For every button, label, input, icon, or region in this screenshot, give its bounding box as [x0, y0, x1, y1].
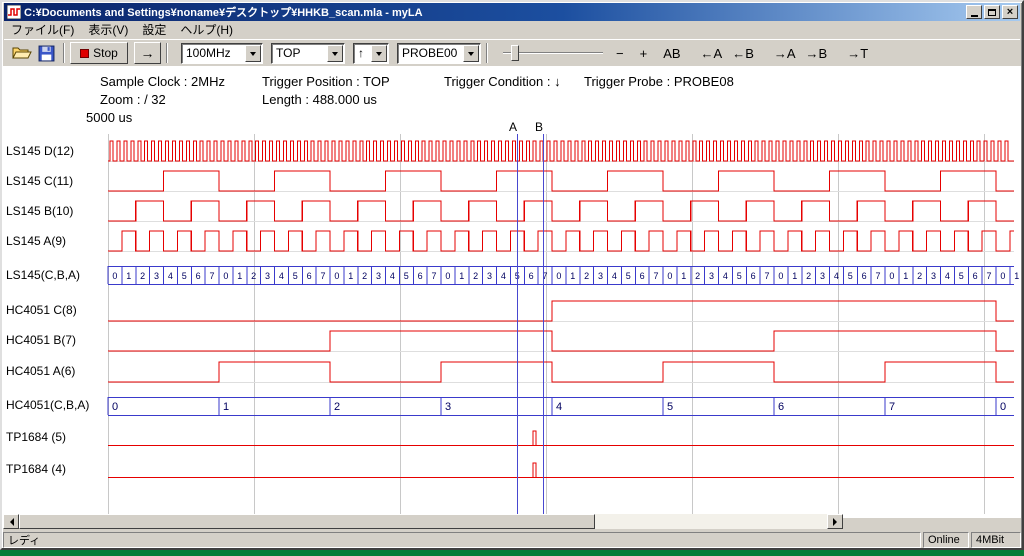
trigger-position-value: TOP [276, 46, 326, 60]
chevron-down-icon[interactable] [245, 45, 261, 62]
status-memory: 4MBit [971, 532, 1021, 548]
toolbar: Stop → 100MHz TOP ↑ PROBE00 [4, 39, 1020, 66]
trigger-edge-select[interactable]: ↑ [353, 43, 389, 64]
arrow-left-icon [6, 518, 14, 526]
run-button[interactable]: → [134, 42, 161, 64]
cursor-ab-button[interactable]: AB [660, 46, 683, 61]
chevron-down-icon[interactable] [463, 45, 479, 62]
zoom-slider-handle[interactable] [511, 45, 519, 61]
menu-view[interactable]: 表示(V) [81, 22, 135, 39]
floppy-icon [38, 45, 55, 62]
info-trigger-position: Trigger Position : TOP [262, 74, 390, 89]
zoom-in-button[interactable]: + [637, 46, 651, 61]
trigger-position-select[interactable]: TOP [271, 43, 345, 64]
scrollbar-thumb[interactable] [19, 514, 595, 529]
minimize-button[interactable] [966, 5, 982, 19]
info-sample-clock: Sample Clock : 2MHz [100, 74, 225, 89]
next-a-button[interactable]: →A [771, 46, 799, 61]
menu-settings[interactable]: 設定 [135, 22, 173, 39]
sample-clock-value: 100MHz [186, 46, 244, 60]
info-trigger-probe: Trigger Probe : PROBE08 [584, 74, 734, 89]
menu-help[interactable]: ヘルプ(H) [173, 22, 240, 39]
scroll-right-button[interactable] [827, 514, 843, 529]
prev-a-button[interactable]: ←A [698, 46, 726, 61]
prev-b-button[interactable]: ←B [729, 46, 757, 61]
chevron-down-icon[interactable] [371, 45, 387, 62]
trigger-probe-value: PROBE00 [402, 46, 462, 60]
stop-icon [80, 49, 89, 58]
chevron-down-icon[interactable] [327, 45, 343, 62]
toolbar-separator [166, 43, 168, 63]
horizontal-scrollbar[interactable] [3, 514, 843, 529]
scrollbar-track[interactable] [19, 514, 827, 529]
trigger-probe-select[interactable]: PROBE00 [397, 43, 481, 64]
app-window: C:¥Documents and Settings¥noname¥デスクトップ¥… [0, 0, 1024, 550]
status-online: Online [923, 532, 969, 548]
save-button[interactable] [34, 42, 58, 64]
maximize-icon [988, 9, 996, 16]
minimize-icon [971, 15, 978, 17]
close-button[interactable]: × [1002, 5, 1018, 19]
next-b-button[interactable]: →B [803, 46, 831, 61]
titlebar[interactable]: C:¥Documents and Settings¥noname¥デスクトップ¥… [4, 3, 1020, 21]
arrow-right-icon [833, 518, 841, 526]
scroll-left-button[interactable] [3, 514, 19, 529]
zoom-out-button[interactable]: − [613, 46, 627, 61]
open-button[interactable] [10, 42, 34, 64]
statusbar: レディ Online 4MBit [3, 531, 1021, 548]
stop-label: Stop [93, 46, 118, 60]
sample-clock-select[interactable]: 100MHz [181, 43, 263, 64]
status-message: レディ [3, 532, 921, 548]
toolbar-separator [63, 43, 65, 63]
menu-file[interactable]: ファイル(F) [4, 22, 81, 39]
trigger-edge-value: ↑ [358, 46, 370, 60]
stop-button[interactable]: Stop [70, 42, 128, 64]
window-controls: × [966, 5, 1018, 19]
waveform-client: Sample Clock : 2MHz Trigger Position : T… [3, 66, 1021, 518]
info-trigger-condition: Trigger Condition : ↓ [444, 74, 561, 89]
info-zoom: Zoom : / 32 [100, 92, 166, 107]
toolbar-separator [486, 43, 488, 63]
menubar: ファイル(F) 表示(V) 設定 ヘルプ(H) [4, 21, 1020, 39]
time-scale-label: 5000 us [86, 110, 132, 125]
window-title: C:¥Documents and Settings¥noname¥デスクトップ¥… [24, 4, 962, 20]
maximize-button[interactable] [984, 5, 1000, 19]
goto-trigger-button[interactable]: →T [844, 46, 871, 61]
info-length: Length : 488.000 us [262, 92, 377, 107]
app-icon [7, 5, 21, 19]
open-folder-icon [12, 45, 32, 61]
zoom-slider[interactable] [501, 43, 605, 63]
